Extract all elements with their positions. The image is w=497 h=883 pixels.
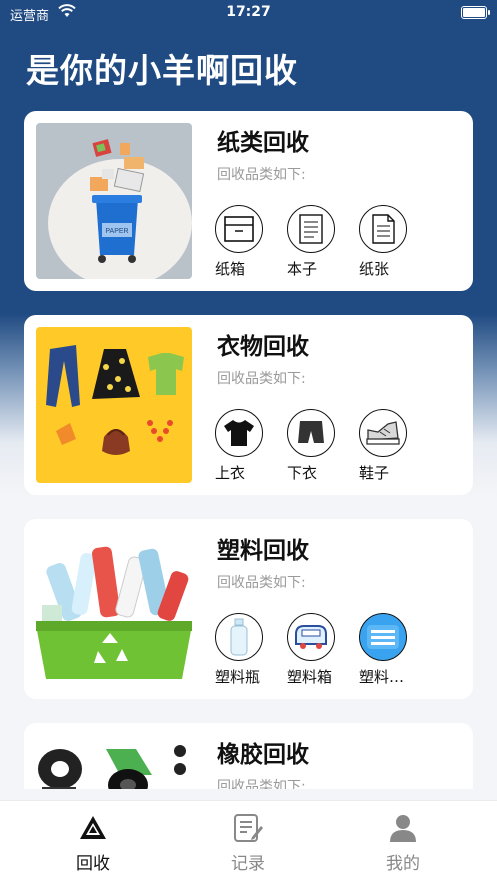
page-title: 是你的小羊啊回收 — [26, 51, 298, 90]
item-label: 塑料箱 — [287, 668, 333, 686]
category-card-paper[interactable]: PAPER 纸类回收 回收品类如下: 纸箱 本子 纸张 — [24, 111, 473, 291]
item-plastic-crate[interactable]: 塑料箱 — [287, 613, 347, 687]
category-card-plastic[interactable]: 塑料回收 回收品类如下: 塑料瓶 塑料箱 塑料… — [24, 519, 473, 699]
item-label: 下衣 — [287, 464, 318, 482]
category-list[interactable]: PAPER 纸类回收 回收品类如下: 纸箱 本子 纸张 衣物回收 回收品类如下:… — [24, 111, 473, 789]
card-title: 橡胶回收 — [217, 742, 309, 768]
notebook-icon — [287, 205, 335, 253]
item-plastic-other[interactable]: 塑料… — [359, 613, 419, 687]
item-label: 纸箱 — [215, 260, 246, 278]
tab-records[interactable]: 记录 — [198, 813, 298, 874]
item-box[interactable]: 纸箱 — [215, 205, 275, 279]
item-label: 塑料… — [359, 668, 405, 686]
paper-recycle-bin-image: PAPER — [36, 123, 192, 279]
card-subtitle: 回收品类如下: — [217, 575, 306, 591]
clock: 17:27 — [226, 4, 271, 20]
item-label: 上衣 — [215, 464, 246, 482]
shorts-icon — [287, 409, 335, 457]
item-paper[interactable]: 纸张 — [359, 205, 419, 279]
tab-label: 我的 — [386, 854, 420, 874]
card-title: 塑料回收 — [217, 538, 309, 564]
record-edit-icon — [198, 813, 298, 843]
plastic-bottle-icon — [215, 613, 263, 661]
card-subtitle: 回收品类如下: — [217, 779, 306, 789]
category-card-rubber[interactable]: 橡胶回收 回收品类如下: — [24, 723, 473, 789]
bin-label: PAPER — [105, 228, 128, 235]
card-title: 衣物回收 — [217, 334, 309, 360]
item-plastic-bottle[interactable]: 塑料瓶 — [215, 613, 275, 687]
category-card-clothes[interactable]: 衣物回收 回收品类如下: 上衣 下衣 鞋子 — [24, 315, 473, 495]
plastic-bottles-basket-image — [36, 531, 192, 687]
item-bottom[interactable]: 下衣 — [287, 409, 347, 483]
plastic-basket-icon — [359, 613, 407, 661]
rubber-tires-image — [36, 735, 192, 789]
item-label: 鞋子 — [359, 464, 390, 482]
tab-label: 记录 — [231, 854, 265, 874]
user-icon — [353, 813, 453, 843]
item-label: 塑料瓶 — [215, 668, 261, 686]
status-bar: 运营商 17:27 — [0, 0, 497, 26]
item-notebook[interactable]: 本子 — [287, 205, 347, 279]
sneaker-icon — [359, 409, 407, 457]
tshirt-icon — [215, 409, 263, 457]
tab-label: 回收 — [76, 854, 110, 874]
plastic-crate-icon — [287, 613, 335, 661]
box-icon — [215, 205, 263, 253]
item-label: 纸张 — [359, 260, 390, 278]
card-subtitle: 回收品类如下: — [217, 167, 306, 183]
tab-recycle[interactable]: 回收 — [43, 813, 143, 874]
card-subtitle: 回收品类如下: — [217, 371, 306, 387]
paper-sheet-icon — [359, 205, 407, 253]
clothes-image — [36, 327, 192, 483]
battery-icon — [461, 6, 490, 19]
card-title: 纸类回收 — [217, 130, 309, 156]
item-shoes[interactable]: 鞋子 — [359, 409, 419, 483]
bottom-tab-bar: 回收 记录 我的 — [0, 800, 497, 883]
item-label: 本子 — [287, 260, 318, 278]
item-top[interactable]: 上衣 — [215, 409, 275, 483]
recycle-triangle-icon — [43, 813, 143, 843]
tab-mine[interactable]: 我的 — [353, 813, 453, 874]
